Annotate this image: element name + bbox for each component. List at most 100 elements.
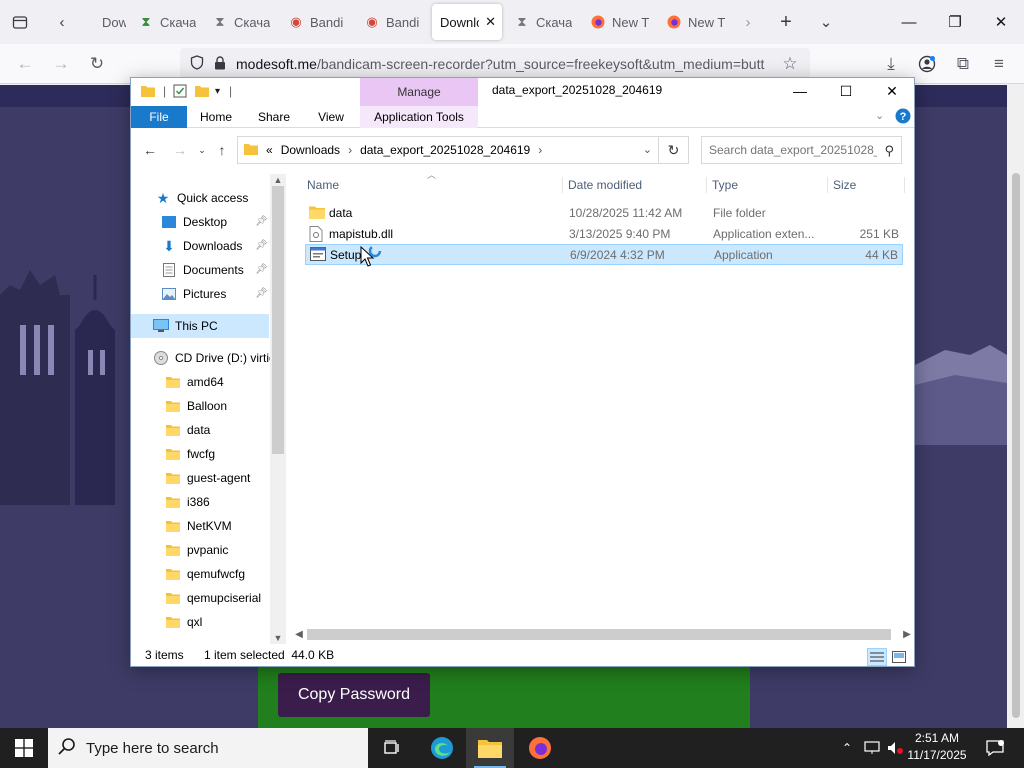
column-type[interactable]: Type [712, 175, 738, 195]
extensions-icon[interactable]: ⧉ [948, 49, 978, 79]
scroll-down-icon[interactable]: ▼ [270, 632, 286, 644]
tab-view[interactable]: View [306, 106, 356, 128]
breadcrumb-overflow[interactable]: « [266, 143, 273, 157]
browser-tab[interactable]: ◉ Bandi [356, 4, 430, 40]
nav-folder-item[interactable]: qemupciserial [131, 586, 269, 610]
address-dropdown-chevron-icon[interactable]: ⌄ [643, 143, 652, 156]
browser-tab[interactable]: Down [72, 4, 126, 40]
horizontal-scrollbar-thumb[interactable] [307, 629, 891, 640]
nav-folder-item[interactable]: data [131, 418, 269, 442]
breadcrumb-separator-icon[interactable]: › [538, 143, 542, 157]
nav-this-pc[interactable]: This PC [131, 314, 269, 338]
volume-muted-icon[interactable] [884, 728, 906, 768]
search-icon[interactable]: ⚲ [884, 143, 894, 159]
column-divider[interactable] [904, 177, 905, 193]
help-icon[interactable]: ? [895, 108, 911, 127]
browser-tab[interactable]: ⧗ Скача [204, 4, 276, 40]
column-name[interactable]: Name [307, 175, 339, 195]
new-folder-icon[interactable] [195, 83, 209, 99]
browser-tab-active[interactable]: Downlo ✕ [432, 4, 502, 40]
column-date-modified[interactable]: Date modified [568, 175, 642, 195]
close-window-icon[interactable]: ✕ [978, 0, 1024, 44]
scroll-left-icon[interactable]: ◀ [291, 626, 307, 643]
bookmark-star-icon[interactable]: ☆ [775, 49, 805, 79]
forward-arrow-icon[interactable]: → [46, 49, 76, 79]
page-scrollbar-thumb[interactable] [1012, 173, 1020, 718]
system-clock[interactable]: 2:51 AM 11/17/2025 [906, 730, 968, 766]
close-window-icon[interactable]: ✕ [869, 78, 914, 104]
tab-share[interactable]: Share [249, 106, 299, 128]
downloads-icon[interactable]: ⤓ [876, 49, 906, 79]
large-icons-view-icon[interactable] [889, 648, 909, 666]
account-icon[interactable] [912, 49, 942, 79]
nav-folder-item[interactable]: Balloon [131, 394, 269, 418]
forward-arrow-icon[interactable]: → [169, 138, 191, 162]
tab-application-tools[interactable]: Application Tools [360, 106, 478, 128]
manage-context-label[interactable]: Manage [360, 78, 478, 106]
search-input[interactable] [709, 143, 877, 157]
maximize-icon[interactable]: ☐ [823, 78, 869, 104]
tab-overview-icon[interactable] [4, 6, 36, 38]
file-row[interactable]: data 10/28/2025 11:42 AM File folder [305, 203, 903, 224]
tab-list-chevron-icon[interactable]: ⌄ [810, 6, 842, 38]
firefox-taskbar-icon[interactable] [516, 728, 564, 768]
lock-icon[interactable] [214, 55, 226, 73]
nav-downloads[interactable]: ⬇ Downloads 📌︎ [131, 234, 269, 258]
nav-folder-item[interactable]: NetKVM [131, 514, 269, 538]
maximize-icon[interactable]: ❐ [932, 0, 978, 44]
windows-start-icon[interactable] [0, 728, 48, 768]
tab-home[interactable]: Home [191, 106, 241, 128]
show-hidden-icons-chevron[interactable]: ⌃ [836, 728, 858, 768]
nav-folder-item[interactable]: qxl [131, 610, 269, 634]
nav-cd-drive[interactable]: CD Drive (D:) virtio [131, 346, 276, 370]
navigation-scrollbar-thumb[interactable] [272, 186, 284, 454]
horizontal-scrollbar[interactable]: ◀ ▶ [291, 626, 914, 643]
back-arrow-icon[interactable]: ← [139, 138, 161, 162]
page-scrollbar[interactable] [1007, 85, 1024, 728]
up-arrow-icon[interactable]: ↑ [211, 138, 233, 162]
reload-icon[interactable]: ↻ [82, 49, 112, 79]
breadcrumb-current-folder[interactable]: data_export_20251028_204619 [360, 143, 530, 157]
menu-hamburger-icon[interactable]: ≡ [984, 49, 1014, 79]
refresh-icon[interactable]: ↻ [659, 136, 689, 164]
nav-pictures[interactable]: Pictures 📌︎ [131, 282, 269, 306]
scroll-up-icon[interactable]: ▲ [270, 174, 286, 186]
file-explorer-taskbar-icon[interactable] [466, 728, 514, 768]
copy-password-button[interactable]: Copy Password [278, 673, 430, 717]
browser-tab[interactable]: ◉ Bandi [280, 4, 354, 40]
shield-icon[interactable] [190, 55, 204, 73]
nav-documents[interactable]: Documents 📌︎ [131, 258, 269, 282]
browser-tab[interactable]: ⧗ Скача [506, 4, 578, 40]
navigation-scrollbar[interactable]: ▲ ▼ [270, 174, 286, 644]
nav-quick-access[interactable]: ★ Quick access [131, 186, 269, 210]
nav-folder-item[interactable]: pvpanic [131, 538, 269, 562]
nav-folder-item[interactable]: fwcfg [131, 442, 269, 466]
nav-folder-item[interactable]: i386 [131, 490, 269, 514]
nav-folder-item[interactable]: amd64 [131, 370, 269, 394]
task-view-icon[interactable] [368, 728, 416, 768]
column-divider[interactable] [562, 177, 563, 193]
column-divider[interactable] [706, 177, 707, 193]
network-icon[interactable] [860, 728, 884, 768]
nav-folder-item[interactable]: guest-agent [131, 466, 269, 490]
file-row-selected[interactable]: Setup 6/9/2024 4:32 PM Application 44 KB [305, 244, 903, 265]
column-divider[interactable] [827, 177, 828, 193]
expand-ribbon-chevron-icon[interactable]: ⌄ [875, 109, 884, 122]
details-view-icon[interactable] [867, 648, 887, 666]
taskbar-search-box[interactable]: Type here to search [48, 728, 368, 768]
url-bar[interactable]: modesoft.me/bandicam-screen-recorder?utm… [180, 48, 810, 80]
nav-folder-item[interactable]: qemufwcfg [131, 562, 269, 586]
file-row[interactable]: mapistub.dll 3/13/2025 9:40 PM Applicati… [305, 224, 903, 245]
search-field[interactable]: ⚲ [701, 136, 902, 164]
browser-tab[interactable]: New T [658, 4, 730, 40]
browser-tab[interactable]: New T [582, 4, 654, 40]
tab-file[interactable]: File [131, 106, 187, 128]
close-tab-icon[interactable]: ✕ [485, 14, 496, 30]
properties-icon[interactable] [173, 83, 187, 99]
edge-browser-icon[interactable] [418, 728, 466, 768]
column-size[interactable]: Size [833, 175, 856, 195]
new-tab-plus-icon[interactable]: + [770, 6, 802, 38]
minimize-icon[interactable]: — [886, 0, 932, 44]
browser-tab[interactable]: ⧗ Скача [130, 4, 202, 40]
url-text[interactable]: modesoft.me/bandicam-screen-recorder?utm… [236, 56, 810, 72]
